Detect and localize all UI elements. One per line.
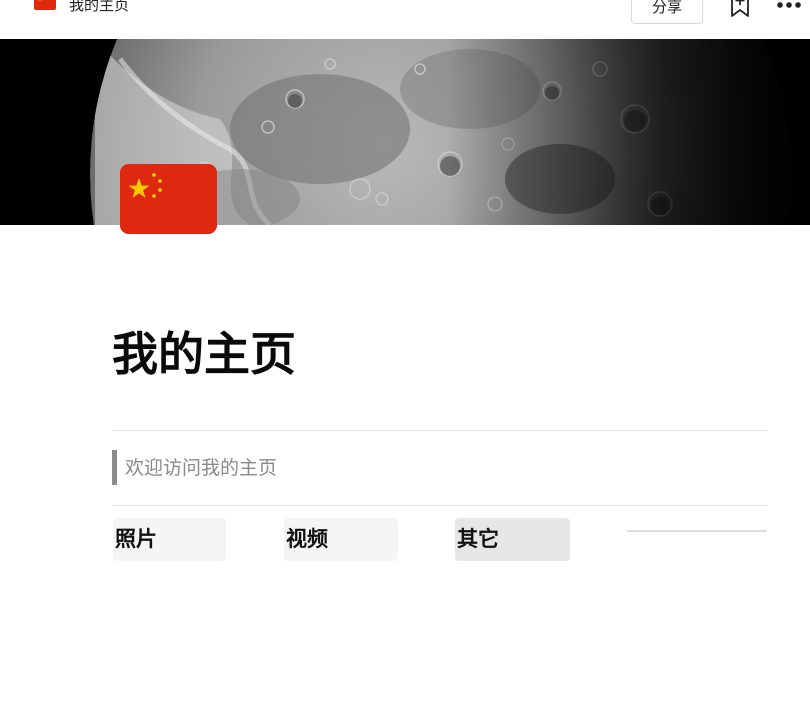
share-button[interactable]: 分享 (631, 0, 703, 24)
quote-block[interactable]: 欢迎访问我的主页 (112, 450, 767, 485)
bookmark-add-icon[interactable] (728, 0, 752, 18)
breadcrumb-page-title[interactable]: 我的主页 (69, 0, 129, 14)
china-flag-icon[interactable] (120, 164, 217, 234)
quote-text[interactable]: 欢迎访问我的主页 (125, 455, 277, 481)
quote-bar (112, 450, 117, 485)
top-bar: ★ 我的主页 分享 (0, 0, 810, 39)
tab-videos[interactable]: 视频 (284, 518, 398, 561)
tab-others[interactable]: 其它 (455, 518, 570, 561)
china-flag-icon: ★ (34, 0, 56, 10)
divider (627, 530, 767, 532)
divider (112, 505, 767, 506)
page-title[interactable]: 我的主页 (112, 324, 296, 384)
tab-label: 其它 (457, 527, 499, 551)
tab-photos[interactable]: 照片 (113, 518, 226, 561)
tab-label: 视频 (286, 527, 328, 551)
more-dots-icon[interactable] (776, 0, 804, 12)
tab-label: 照片 (115, 527, 157, 551)
divider (112, 430, 767, 431)
